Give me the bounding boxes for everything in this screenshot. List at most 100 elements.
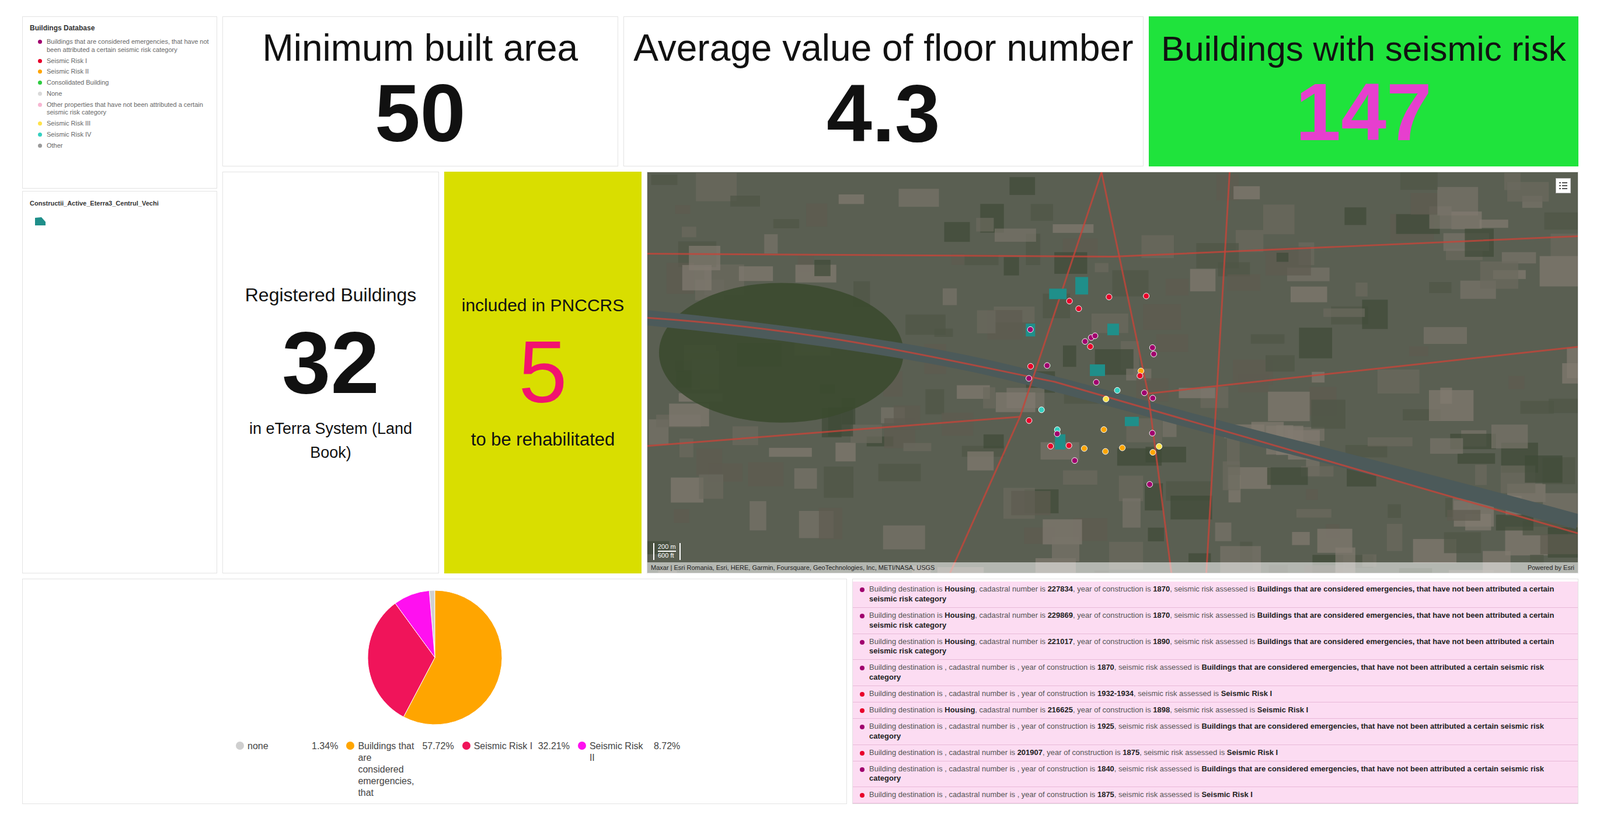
cadastral-building [1089,364,1105,376]
field-value: 1870 [1097,662,1115,672]
building-pin[interactable] [1071,457,1078,464]
building-pin[interactable] [1114,387,1121,394]
building-pin[interactable] [1103,395,1110,402]
legend-item: Other properties that have not been attr… [29,100,210,118]
map-block [925,389,944,415]
map-block [1290,286,1328,303]
list-row[interactable]: Building destination is , cadastral numb… [852,685,1578,703]
building-pin[interactable] [1027,326,1034,333]
building-pin[interactable] [1149,449,1156,456]
building-pin[interactable] [1156,443,1163,449]
map-block [668,403,710,427]
map-block [806,203,828,227]
legend-label: Seismic Risk III [46,119,91,128]
map-block [1011,490,1051,516]
road [1101,172,1172,573]
building-pin[interactable] [1141,389,1148,396]
building-pin[interactable] [1147,481,1153,488]
pie-legend-item[interactable]: Buildings that are considered emergencie… [346,740,454,799]
map-block [1451,211,1482,229]
building-pin[interactable] [1038,406,1045,413]
building-pin[interactable] [1143,293,1150,299]
field-value: 221017 [1047,636,1073,646]
field-label: , seismic risk assessed is [1169,705,1258,714]
building-pin[interactable] [1092,332,1098,339]
list-row[interactable]: Building destination is Housing, cadastr… [852,633,1578,661]
building-pin[interactable] [1106,294,1113,301]
building-pin[interactable] [1065,442,1072,449]
field-label: , year of construction is [1072,610,1153,620]
legend-toggle-button[interactable] [1555,178,1571,194]
legend-dot [37,102,43,107]
building-pin[interactable] [1026,375,1033,382]
building-pin[interactable] [1151,350,1157,357]
pnccrs-value: 5 [518,326,567,419]
pie-legend-item[interactable]: none1.34% [235,740,338,799]
cadastral-building [1107,323,1120,336]
building-pin[interactable] [1102,448,1109,455]
pie-legend-item[interactable]: Seismic Risk I32.21% [462,740,570,799]
list-row[interactable]: Building destination is Housing, cadastr… [852,607,1578,634]
field-value: 227834 [1047,584,1073,594]
building-pin[interactable] [1137,373,1143,379]
list-row-text: Building destination is , cadastral numb… [869,721,1572,742]
main-area: Minimum built area50Average value of flo… [222,16,1579,574]
map[interactable]: 200 m600 ftMaxar | Esri Romania, Esri, H… [646,171,1579,574]
building-pin[interactable] [1100,426,1107,433]
map-block [823,466,854,498]
map-block [1428,281,1452,294]
building-pin[interactable] [1082,338,1089,345]
map-block [1464,228,1494,257]
building-list[interactable]: Building destination is Housing, cadastr… [852,578,1579,804]
field-label: , year of construction is [1017,764,1098,773]
field-label: , year of construction is [1017,721,1098,731]
list-row[interactable]: Building destination is , cadastral numb… [852,744,1578,762]
list-row[interactable]: Building destination is , cadastral numb… [852,786,1578,804]
legend-item: Buildings that are considered emergencie… [29,37,210,55]
list-row[interactable]: Building destination is Housing, cadastr… [852,702,1578,719]
building-pin[interactable] [1149,344,1156,351]
building-pin[interactable] [1081,445,1088,452]
bottom-section: none1.34%Buildings that are considered e… [22,578,1579,804]
field-value: Seismic Risk I [1221,688,1272,698]
building-pin[interactable] [1026,417,1033,424]
map-block [977,309,996,333]
building-pin[interactable] [1093,379,1100,386]
list-row[interactable]: Building destination is , cadastral numb… [852,659,1578,686]
field-value: Seismic Risk I [1226,747,1278,757]
dashboard: Buildings DatabaseBuildings that are con… [0,0,1600,828]
field-label: , cadastral number is [974,584,1048,594]
building-pin[interactable] [1054,430,1061,437]
pie-legend-percent: 57.72% [422,740,454,752]
map-block [1062,345,1077,368]
list-row[interactable]: Building destination is , cadastral numb… [852,718,1578,745]
map-block [1122,497,1141,528]
map-block [835,442,856,462]
building-pin[interactable] [1047,443,1054,449]
list-row-text: Building destination is Housing, cadastr… [869,610,1572,631]
cadastral-building [1075,276,1089,295]
building-pin[interactable] [1087,343,1094,350]
map-block [1423,326,1467,344]
building-pin[interactable] [1075,305,1082,312]
building-pin[interactable] [1044,362,1051,369]
scale-metric: 200 m [657,542,676,553]
building-pin[interactable] [1149,430,1156,437]
pie-legend-percent: 8.72% [653,740,681,752]
map-block [764,234,778,254]
map-block [1145,446,1187,463]
building-pin[interactable] [1149,395,1156,402]
map-block [1430,437,1463,454]
pie-legend-item[interactable]: Seismic Risk II8.72% [577,740,681,799]
list-row[interactable]: Building destination is Housing, cadastr… [852,581,1578,608]
building-pin[interactable] [1119,444,1126,451]
map-block [1235,229,1264,253]
building-pin[interactable] [1066,298,1073,305]
field-label: , seismic risk assessed is [1114,789,1202,799]
list-row[interactable]: Building destination is , cadastral numb… [852,761,1578,788]
field-label: , year of construction is [1042,747,1123,757]
pie-legend-percent: 32.21% [538,740,570,752]
building-pin[interactable] [1027,363,1034,369]
pie-slice[interactable] [395,590,435,658]
legend-panel: Buildings DatabaseBuildings that are con… [22,16,218,189]
